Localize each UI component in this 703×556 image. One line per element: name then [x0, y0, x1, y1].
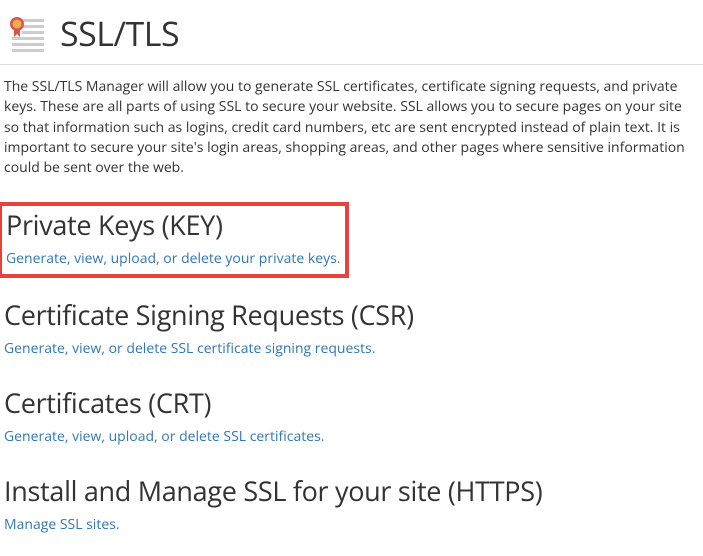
section-private-keys: Private Keys (KEY) Generate, view, uploa… [0, 202, 349, 278]
section-title-crt: Certificates (CRT) [4, 384, 699, 421]
link-csr[interactable]: Generate, view, or delete SSL certificat… [4, 339, 375, 358]
intro-text: The SSL/TLS Manager will allow you to ge… [0, 77, 703, 178]
section-install: Install and Manage SSL for your site (HT… [0, 468, 703, 542]
section-title-csr: Certificate Signing Requests (CSR) [4, 296, 699, 333]
section-crt: Certificates (CRT) Generate, view, uploa… [0, 380, 703, 454]
link-install[interactable]: Manage SSL sites. [4, 515, 120, 534]
section-csr: Certificate Signing Requests (CSR) Gener… [0, 292, 703, 366]
link-private-keys[interactable]: Generate, view, upload, or delete your p… [6, 249, 340, 268]
section-title-install: Install and Manage SSL for your site (HT… [4, 472, 699, 509]
page-title: SSL/TLS [60, 10, 179, 56]
link-crt[interactable]: Generate, view, upload, or delete SSL ce… [4, 427, 324, 446]
ssl-tls-icon [8, 13, 48, 53]
page-header: SSL/TLS [0, 0, 703, 65]
section-title-key: Private Keys (KEY) [6, 206, 341, 243]
